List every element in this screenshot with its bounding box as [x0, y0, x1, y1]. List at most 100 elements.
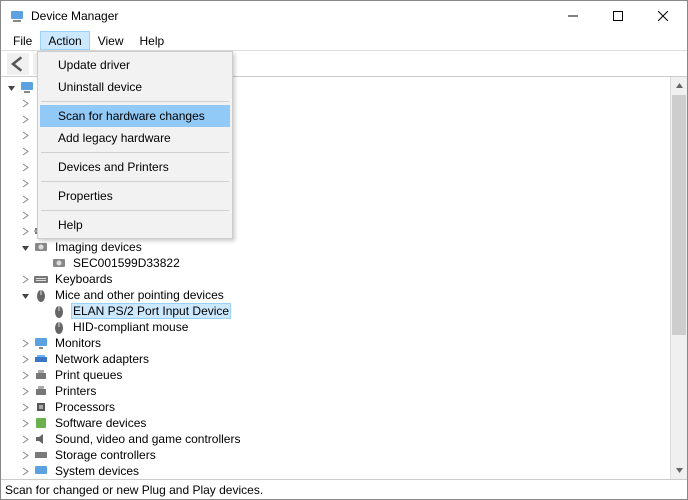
- twisty-closed-icon[interactable]: [19, 369, 31, 381]
- twisty-none: [37, 321, 49, 333]
- keyboard-icon: [33, 271, 49, 287]
- twisty-closed-icon[interactable]: [19, 97, 31, 109]
- twisty-closed-icon[interactable]: [19, 193, 31, 205]
- twisty-open-icon[interactable]: [5, 81, 17, 93]
- twisty-closed-icon[interactable]: [19, 465, 31, 477]
- twisty-closed-icon[interactable]: [19, 129, 31, 141]
- tree-label: Keyboards: [53, 272, 114, 286]
- speaker-icon: [33, 431, 49, 447]
- twisty-closed-icon[interactable]: [19, 401, 31, 413]
- printer-icon: [33, 383, 49, 399]
- minimize-button[interactable]: [550, 2, 595, 31]
- system-icon: [33, 463, 49, 479]
- storage-icon: [33, 447, 49, 463]
- tree-item-storage[interactable]: Storage controllers: [3, 447, 670, 463]
- tree-item-hid-mouse[interactable]: HID-compliant mouse: [3, 319, 670, 335]
- twisty-closed-icon[interactable]: [19, 353, 31, 365]
- app-icon: [9, 8, 25, 24]
- twisty-open-icon[interactable]: [19, 241, 31, 253]
- twisty-closed-icon[interactable]: [19, 273, 31, 285]
- twisty-closed-icon[interactable]: [19, 161, 31, 173]
- status-bar: Scan for changed or new Plug and Play de…: [1, 479, 687, 499]
- twisty-closed-icon[interactable]: [19, 433, 31, 445]
- tree-item-imaging-child[interactable]: SEC001599D33822: [3, 255, 670, 271]
- menuitem-update-driver[interactable]: Update driver: [40, 54, 230, 76]
- tree-label: Software devices: [53, 416, 148, 430]
- menuitem-uninstall[interactable]: Uninstall device: [40, 76, 230, 98]
- menu-file[interactable]: File: [5, 31, 40, 50]
- tree-label: Storage controllers: [53, 448, 158, 462]
- maximize-button[interactable]: [595, 2, 640, 31]
- twisty-closed-icon[interactable]: [19, 209, 31, 221]
- tree-label: Processors: [53, 400, 117, 414]
- tree-item-sound[interactable]: Sound, video and game controllers: [3, 431, 670, 447]
- computer-icon: [19, 79, 35, 95]
- menu-separator: [41, 152, 229, 153]
- monitor-icon: [33, 335, 49, 351]
- tree-item-imaging[interactable]: Imaging devices: [3, 239, 670, 255]
- tree-item-keyboards[interactable]: Keyboards: [3, 271, 670, 287]
- twisty-closed-icon[interactable]: [19, 145, 31, 157]
- tree-label: System devices: [53, 464, 141, 478]
- tree-label: Mice and other pointing devices: [53, 288, 226, 302]
- tree-item-processors[interactable]: Processors: [3, 399, 670, 415]
- twisty-closed-icon[interactable]: [19, 225, 31, 237]
- status-text: Scan for changed or new Plug and Play de…: [5, 483, 263, 497]
- scroll-down-button[interactable]: [671, 462, 687, 479]
- tree-item-printqueues[interactable]: Print queues: [3, 367, 670, 383]
- tree-label: Network adapters: [53, 352, 151, 366]
- twisty-closed-icon[interactable]: [19, 449, 31, 461]
- tree-label: ELAN PS/2 Port Input Device: [71, 303, 231, 319]
- tree-label: HID-compliant mouse: [71, 320, 190, 334]
- menuitem-properties[interactable]: Properties: [40, 185, 230, 207]
- twisty-closed-icon[interactable]: [19, 385, 31, 397]
- menuitem-devices-printers[interactable]: Devices and Printers: [40, 156, 230, 178]
- tree-item-network[interactable]: Network adapters: [3, 351, 670, 367]
- twisty-closed-icon[interactable]: [19, 337, 31, 349]
- twisty-closed-icon[interactable]: [19, 417, 31, 429]
- tree-item-printers[interactable]: Printers: [3, 383, 670, 399]
- tree-label: Monitors: [53, 336, 103, 350]
- menu-bar: File Action View Help: [1, 31, 687, 51]
- mouse-icon: [51, 319, 67, 335]
- network-icon: [33, 351, 49, 367]
- tree-label: Imaging devices: [53, 240, 144, 254]
- twisty-closed-icon[interactable]: [19, 113, 31, 125]
- cpu-icon: [33, 399, 49, 415]
- menu-separator: [41, 181, 229, 182]
- twisty-none: [37, 257, 49, 269]
- tree-item-monitors[interactable]: Monitors: [3, 335, 670, 351]
- menu-action[interactable]: Action: [40, 31, 89, 50]
- tree-item-mice[interactable]: Mice and other pointing devices: [3, 287, 670, 303]
- close-button[interactable]: [640, 2, 685, 31]
- tree-item-system[interactable]: System devices: [3, 463, 670, 479]
- twisty-none: [37, 305, 49, 317]
- menu-separator: [41, 101, 229, 102]
- scroll-thumb[interactable]: [672, 95, 686, 335]
- tree-label: SEC001599D33822: [71, 256, 182, 270]
- tree-label: Sound, video and game controllers: [53, 432, 242, 446]
- software-icon: [33, 415, 49, 431]
- menu-help[interactable]: Help: [132, 31, 173, 50]
- imaging-icon: [33, 239, 49, 255]
- vertical-scrollbar[interactable]: [670, 77, 687, 479]
- mouse-icon: [33, 287, 49, 303]
- tree-label: Print queues: [53, 368, 124, 382]
- tree-item-software[interactable]: Software devices: [3, 415, 670, 431]
- menu-separator: [41, 210, 229, 211]
- twisty-open-icon[interactable]: [19, 289, 31, 301]
- window-title: Device Manager: [31, 9, 550, 23]
- scroll-up-button[interactable]: [671, 77, 687, 94]
- imaging-icon: [51, 255, 67, 271]
- printer-icon: [33, 367, 49, 383]
- twisty-closed-icon[interactable]: [19, 177, 31, 189]
- mouse-icon: [51, 303, 67, 319]
- menuitem-add-legacy[interactable]: Add legacy hardware: [40, 127, 230, 149]
- back-button[interactable]: [7, 53, 29, 75]
- menuitem-help[interactable]: Help: [40, 214, 230, 236]
- menuitem-scan-hardware[interactable]: Scan for hardware changes: [40, 105, 230, 127]
- action-dropdown: Update driver Uninstall device Scan for …: [37, 51, 233, 239]
- tree-item-elan[interactable]: ELAN PS/2 Port Input Device: [3, 303, 670, 319]
- tree-label: Printers: [53, 384, 98, 398]
- menu-view[interactable]: View: [90, 31, 132, 50]
